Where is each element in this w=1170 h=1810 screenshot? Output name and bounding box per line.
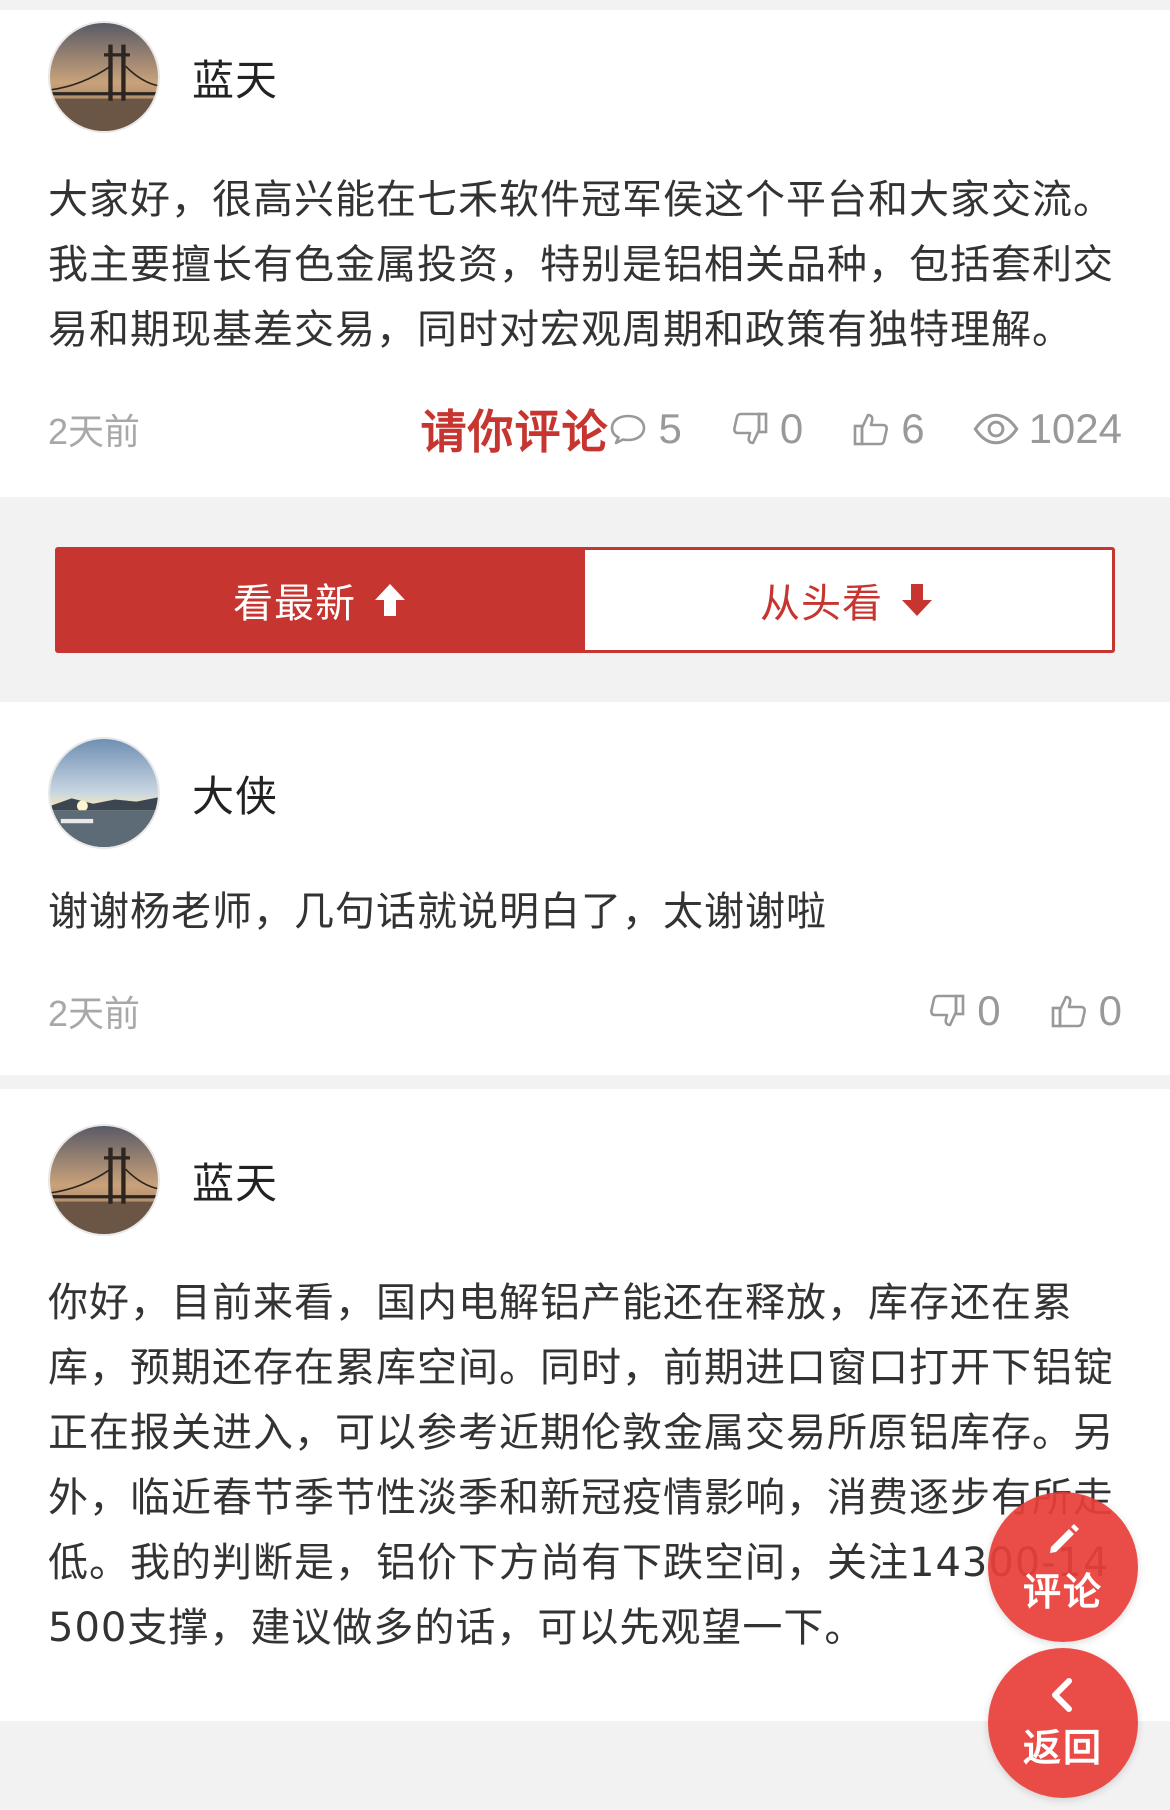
avatar[interactable] [48, 737, 160, 849]
sort-toggle: 看最新 从头看 [55, 546, 1115, 653]
comment-meta: 2天前 请你评论 5 0 6 1024 [48, 389, 1122, 469]
thumbs-down-icon [732, 412, 768, 445]
timestamp: 2天前 [48, 993, 141, 1034]
sort-oldest-button[interactable]: 从头看 [585, 549, 1112, 650]
like-button[interactable]: 0 [1049, 987, 1122, 1035]
dislike-button[interactable]: 0 [927, 987, 1001, 1035]
user-row: 大侠 [48, 736, 1122, 850]
comment-content: 你好，目前来看，国内电解铝产能还在释放，库存还在累库，预期还存在累库空间。同时，… [48, 1280, 1114, 1651]
username: 蓝天 [192, 55, 279, 105]
write-comment-label: 评论 [1022, 1569, 1103, 1614]
comment-content: 大家好，很高兴能在七禾软件冠军侯这个平台和大家交流。我主要擅长有色金属投资，特别… [48, 177, 1114, 353]
comment-card: 蓝天 你好，目前来看，国内电解铝产能还在释放，库存还在累库，预期还存在累库空间。… [0, 1089, 1170, 1721]
write-comment-fab[interactable]: 评论 [988, 1492, 1138, 1642]
pencil-icon [1050, 1523, 1079, 1553]
like-button[interactable]: 6 [851, 405, 925, 453]
thumbs-up-icon [1051, 995, 1086, 1028]
dislike-count: 0 [779, 405, 804, 452]
sort-latest-button[interactable]: 看最新 [58, 549, 585, 650]
arrow-up-icon [375, 583, 405, 616]
dislike-button[interactable]: 0 [730, 405, 803, 453]
dislike-count: 0 [977, 987, 1001, 1034]
thumbs-up-icon [853, 413, 889, 446]
view-count: 1024 [1028, 405, 1122, 452]
comment-card: 大侠 谢谢杨老师，几句话就说明白了，太谢谢啦 2天前 0 0 [0, 702, 1170, 1075]
reply-count-button[interactable]: 5 [608, 405, 682, 453]
view-count-indicator: 1024 [973, 405, 1122, 453]
comment-card: 蓝天 大家好，很高兴能在七禾软件冠军侯这个平台和大家交流。我主要擅长有色金属投资… [0, 10, 1170, 497]
user-row: 蓝天 [48, 20, 1122, 134]
username: 蓝天 [192, 1158, 279, 1208]
avatar[interactable] [48, 21, 160, 133]
speech-bubble-icon [611, 414, 646, 445]
eye-icon [973, 413, 1019, 445]
page: 蓝天 大家好，很高兴能在七禾软件冠军侯这个平台和大家交流。我主要擅长有色金属投资… [0, 0, 1170, 1810]
sort-latest-label: 看最新 [233, 580, 356, 627]
comment-meta: 2天前 0 0 [48, 971, 1122, 1051]
like-count: 0 [1098, 987, 1122, 1034]
sort-oldest-label: 从头看 [760, 580, 883, 627]
chevron-left-icon [1052, 1677, 1072, 1712]
invite-comment-link[interactable]: 请你评论 [420, 396, 608, 462]
back-label: 返回 [1022, 1725, 1103, 1770]
username: 大侠 [192, 771, 279, 821]
sort-bar: 看最新 从头看 [0, 497, 1170, 702]
timestamp: 2天前 [48, 411, 141, 452]
back-fab[interactable]: 返回 [988, 1648, 1138, 1798]
thumbs-down-icon [930, 994, 965, 1027]
avatar[interactable] [48, 1124, 160, 1236]
like-count: 6 [901, 405, 925, 452]
user-row: 蓝天 [48, 1123, 1122, 1237]
reply-count: 5 [658, 405, 682, 452]
bridge-avatar-image [50, 1126, 158, 1234]
lake-avatar-image [50, 739, 158, 847]
bridge-avatar-image [50, 23, 158, 131]
comment-content: 谢谢杨老师，几句话就说明白了，太谢谢啦 [48, 889, 827, 935]
arrow-down-icon [902, 583, 932, 616]
